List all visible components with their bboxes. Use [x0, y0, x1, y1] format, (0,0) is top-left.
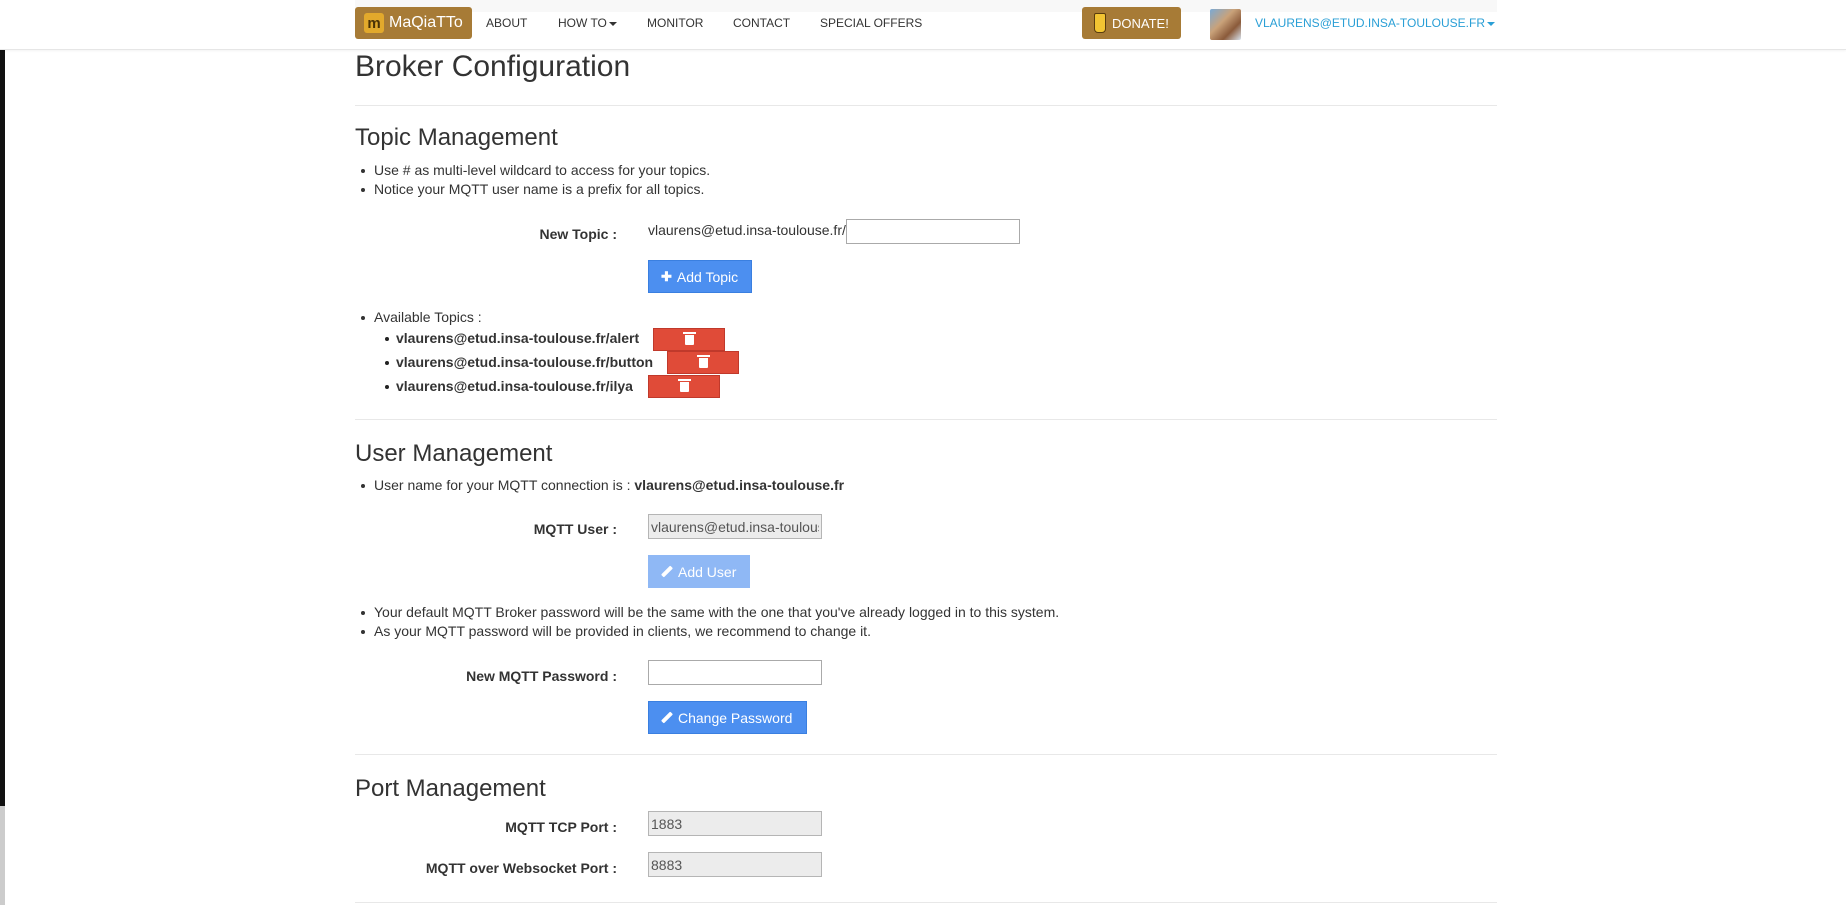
brand-button[interactable]: m MaQiaTTo	[355, 7, 472, 39]
divider	[355, 419, 1497, 420]
donate-label: DONATE!	[1112, 15, 1169, 31]
list-item: As your MQTT password will be provided i…	[360, 622, 1059, 641]
user-menu-label: VLAURENS@ETUD.INSA-TOULOUSE.FR	[1255, 16, 1485, 30]
trash-icon	[682, 331, 696, 345]
tcp-port-field[interactable]	[648, 811, 822, 836]
delete-topic-button[interactable]	[653, 328, 725, 351]
nav-special-offers[interactable]: SPECIAL OFFERS	[820, 16, 922, 30]
user-management-heading: User Management	[355, 440, 553, 467]
nav-how-to[interactable]: HOW TO	[558, 16, 617, 30]
nav-about[interactable]: ABOUT	[486, 16, 527, 30]
tcp-port-label: MQTT TCP Port :	[505, 819, 617, 835]
websocket-port-field[interactable]	[648, 852, 822, 877]
password-notes-list: Your default MQTT Broker password will b…	[360, 603, 1060, 641]
list-item: Your default MQTT Broker password will b…	[360, 604, 1060, 620]
divider	[355, 754, 1497, 755]
new-password-label: New MQTT Password :	[466, 668, 617, 684]
add-topic-label: Add Topic	[676, 268, 739, 285]
topic-notes-list: Use # as multi-level wildcard to access …	[360, 161, 711, 199]
nav-monitor[interactable]: MONITOR	[647, 16, 703, 30]
new-password-field[interactable]	[648, 660, 822, 685]
list-item: Notice your MQTT user name is a prefix f…	[360, 180, 710, 199]
avatar[interactable]	[1210, 9, 1241, 40]
change-password-button[interactable]: Change Password	[648, 701, 807, 734]
coffee-cup-icon	[1094, 13, 1106, 33]
brand-label: MaQiaTTo	[389, 14, 463, 31]
topic-item: vlaurens@etud.insa-toulouse.fr/alert	[384, 330, 640, 346]
list-item: User name for your MQTT connection is : …	[360, 476, 845, 495]
add-user-button[interactable]: Add User	[648, 555, 750, 588]
plus-icon: ✚	[661, 268, 672, 284]
mqtt-user-name: vlaurens@etud.insa-toulouse.fr	[634, 477, 845, 493]
websocket-port-label: MQTT over Websocket Port :	[425, 860, 617, 876]
mqtt-user-label: MQTT User :	[533, 521, 617, 537]
navbar-inner-strip	[355, 0, 1497, 12]
divider	[355, 105, 1497, 106]
nav-how-to-label: HOW TO	[558, 16, 607, 30]
mqtt-user-field[interactable]	[648, 514, 822, 539]
nav-contact[interactable]: CONTACT	[733, 16, 790, 30]
trash-icon	[677, 378, 691, 392]
user-notes-list: User name for your MQTT connection is : …	[360, 476, 845, 495]
add-topic-button[interactable]: ✚ Add Topic	[648, 260, 752, 293]
pencil-icon	[661, 712, 673, 724]
topic-prefix: vlaurens@etud.insa-toulouse.fr/	[648, 222, 846, 238]
available-topics-label: Available Topics :	[374, 309, 482, 325]
divider	[355, 902, 1497, 903]
list-item: Use # as multi-level wildcard to access …	[360, 162, 711, 178]
donate-button[interactable]: DONATE!	[1082, 7, 1181, 39]
window-edge-lower	[0, 806, 5, 905]
user-menu[interactable]: VLAURENS@ETUD.INSA-TOULOUSE.FR	[1255, 16, 1495, 30]
mqtt-user-note: User name for your MQTT connection is :	[374, 477, 635, 493]
window-edge	[0, 0, 5, 806]
add-user-label: Add User	[678, 563, 737, 580]
topic-item: vlaurens@etud.insa-toulouse.fr/ilya	[385, 378, 633, 394]
port-management-heading: Port Management	[355, 775, 546, 802]
delete-topic-button[interactable]	[667, 351, 739, 374]
bullet	[361, 316, 365, 320]
topic-item: vlaurens@etud.insa-toulouse.fr/button	[384, 354, 654, 370]
page-title: Broker Configuration	[355, 50, 631, 83]
new-topic-input[interactable]	[846, 219, 1020, 244]
maqiatto-logo-icon: m	[364, 13, 384, 33]
chevron-down-icon	[608, 21, 617, 26]
change-password-label: Change Password	[678, 709, 793, 726]
chevron-down-icon	[1487, 21, 1495, 26]
topic-management-heading: Topic Management	[355, 124, 558, 151]
trash-icon	[696, 354, 710, 368]
pencil-icon	[661, 566, 673, 578]
delete-topic-button[interactable]	[648, 375, 720, 398]
new-topic-label: New Topic :	[539, 226, 617, 242]
